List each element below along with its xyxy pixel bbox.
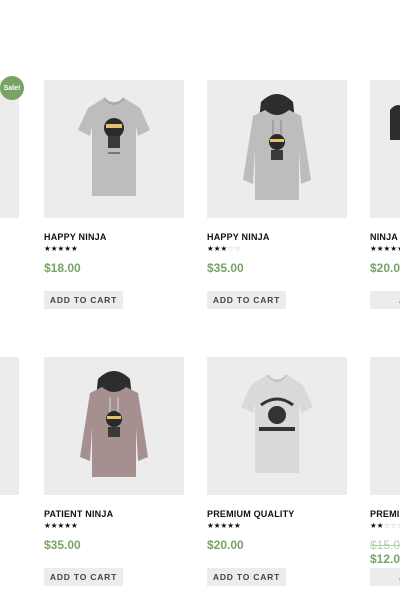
product-title[interactable]: PREMIU (370, 509, 400, 519)
product-image-partial[interactable] (0, 80, 19, 218)
star-rating: ★★☆☆☆ (370, 522, 400, 530)
star-icon: ★ (70, 521, 78, 530)
product-title[interactable]: HAPPY NINJA (207, 232, 270, 242)
product-price: $35.00 (207, 261, 244, 275)
star-icon: ★ (64, 244, 71, 253)
tshirt-image (241, 374, 313, 473)
star-icon: ★ (227, 521, 234, 530)
star-rating: ★★★★★ (44, 245, 78, 253)
product-image[interactable] (370, 80, 400, 218)
sale-badge: Sale! (0, 76, 24, 100)
price-sale: $12.00 (370, 552, 400, 566)
hoodie-image (390, 105, 400, 140)
star-rating: ★★★☆☆ (207, 245, 241, 253)
product-image[interactable] (44, 357, 184, 495)
add-to-cart-button[interactable]: ADD (370, 291, 400, 309)
star-rating: ★★★★★ (44, 522, 78, 530)
product-title[interactable]: HAPPY NINJA (44, 232, 107, 242)
star-rating: ★★★★★ (207, 522, 241, 530)
product-title[interactable]: PREMIUM QUALITY (207, 509, 295, 519)
add-to-cart-button[interactable]: ADD TO CART (207, 568, 286, 586)
star-icon: ★ (64, 521, 71, 530)
add-to-cart-button[interactable]: ADD TO CART (207, 291, 286, 309)
star-icon: ★ (207, 244, 214, 253)
product-price: $15.00 $12.00 (370, 538, 400, 566)
product-price: $20.00 (370, 261, 400, 275)
product-price: $35.00 (44, 538, 81, 552)
star-icon: ★ (233, 521, 241, 530)
product-image[interactable] (44, 80, 184, 218)
product-title[interactable]: NINJA S (370, 232, 400, 242)
star-icon: ★ (370, 521, 377, 530)
hoodie-image (80, 371, 148, 477)
product-price: $18.00 (44, 261, 81, 275)
product-image[interactable] (207, 80, 347, 218)
star-icon: ★ (44, 521, 51, 530)
tshirt-image (78, 97, 150, 196)
price-old: $15.00 (370, 538, 400, 552)
star-rating: ★★★★★ (370, 245, 400, 253)
star-icon: ★ (70, 244, 78, 253)
hoodie-image (243, 94, 311, 200)
product-grid: Sale! HAPPY NINJA ★★★★★ $18.00 ADD TO CA… (0, 0, 400, 600)
star-icon: ★ (370, 244, 377, 253)
star-icon: ★ (44, 244, 51, 253)
add-to-cart-button[interactable]: ADD TO CART (44, 291, 123, 309)
add-to-cart-button[interactable]: ADD TO CART (44, 568, 123, 586)
product-image-partial[interactable] (0, 357, 19, 495)
star-icon: ☆ (233, 244, 241, 253)
star-icon: ★ (207, 521, 214, 530)
add-to-cart-button[interactable]: ADD (370, 568, 400, 586)
product-title[interactable]: PATIENT NINJA (44, 509, 113, 519)
product-image[interactable] (207, 357, 347, 495)
star-icon: ★ (390, 244, 397, 253)
product-image[interactable] (370, 357, 400, 495)
product-price: $20.00 (207, 538, 244, 552)
star-icon: ☆ (390, 521, 397, 530)
star-icon: ☆ (227, 244, 234, 253)
